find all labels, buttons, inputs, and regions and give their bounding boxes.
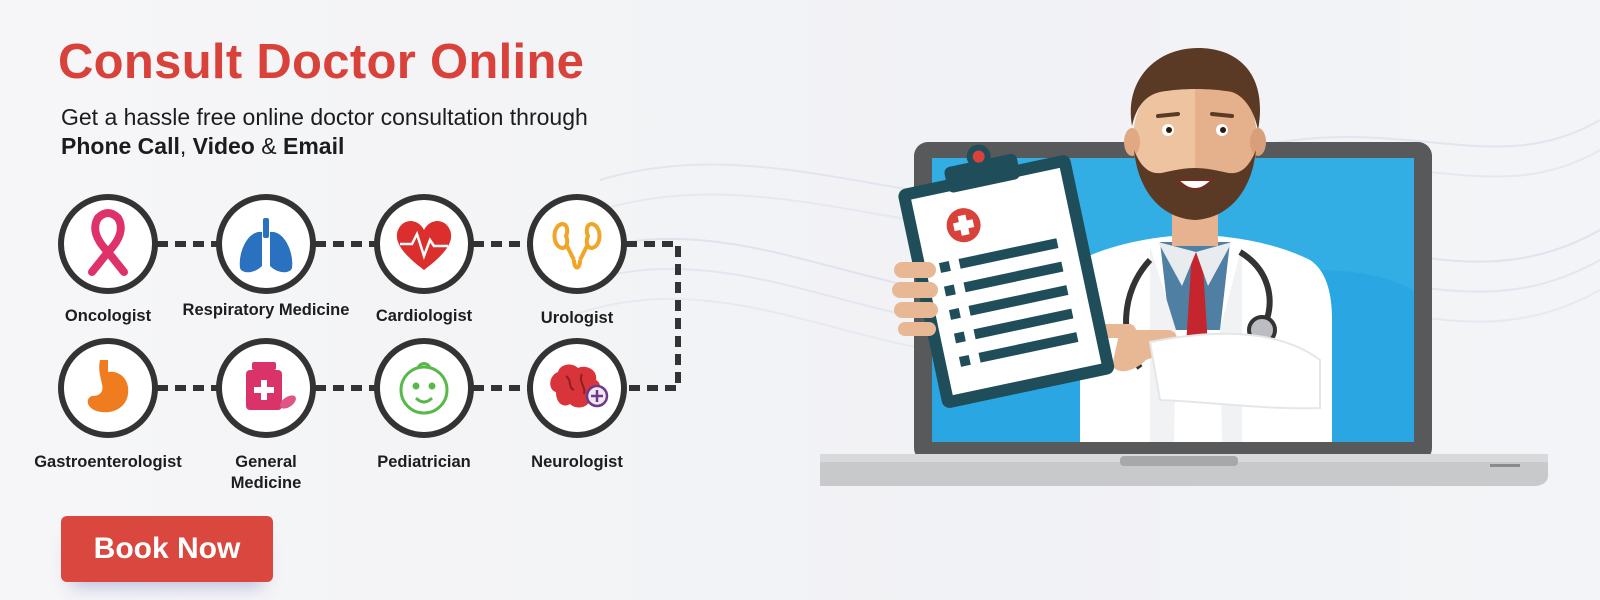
specialty-label-general-medicine: General Medicine xyxy=(230,453,302,492)
specialty-label-gastroenterologist: Gastroenterologist xyxy=(34,453,182,471)
doctor-laptop-illustration xyxy=(820,48,1548,486)
neurologist-node xyxy=(527,338,627,438)
specialty-label-oncologist: Oncologist xyxy=(64,307,152,325)
pediatrician-node xyxy=(374,338,474,438)
consult-banner: Consult Doctor Online Get a hassle free … xyxy=(0,0,1600,600)
cardiologist-node xyxy=(374,194,474,294)
specialty-label-urologist: Urologist xyxy=(540,309,614,327)
specialty-label-respiratory: Respiratory Medicine xyxy=(182,301,350,319)
specialty-network xyxy=(58,194,681,438)
general-medicine-node xyxy=(216,338,316,438)
respiratory-node xyxy=(216,194,316,294)
gastro-node xyxy=(58,338,158,438)
specialty-label-neurologist: Neurologist xyxy=(531,453,623,471)
urologist-node xyxy=(527,194,627,294)
oncologist-node xyxy=(58,194,158,294)
book-now-button[interactable]: Book Now xyxy=(61,516,273,582)
